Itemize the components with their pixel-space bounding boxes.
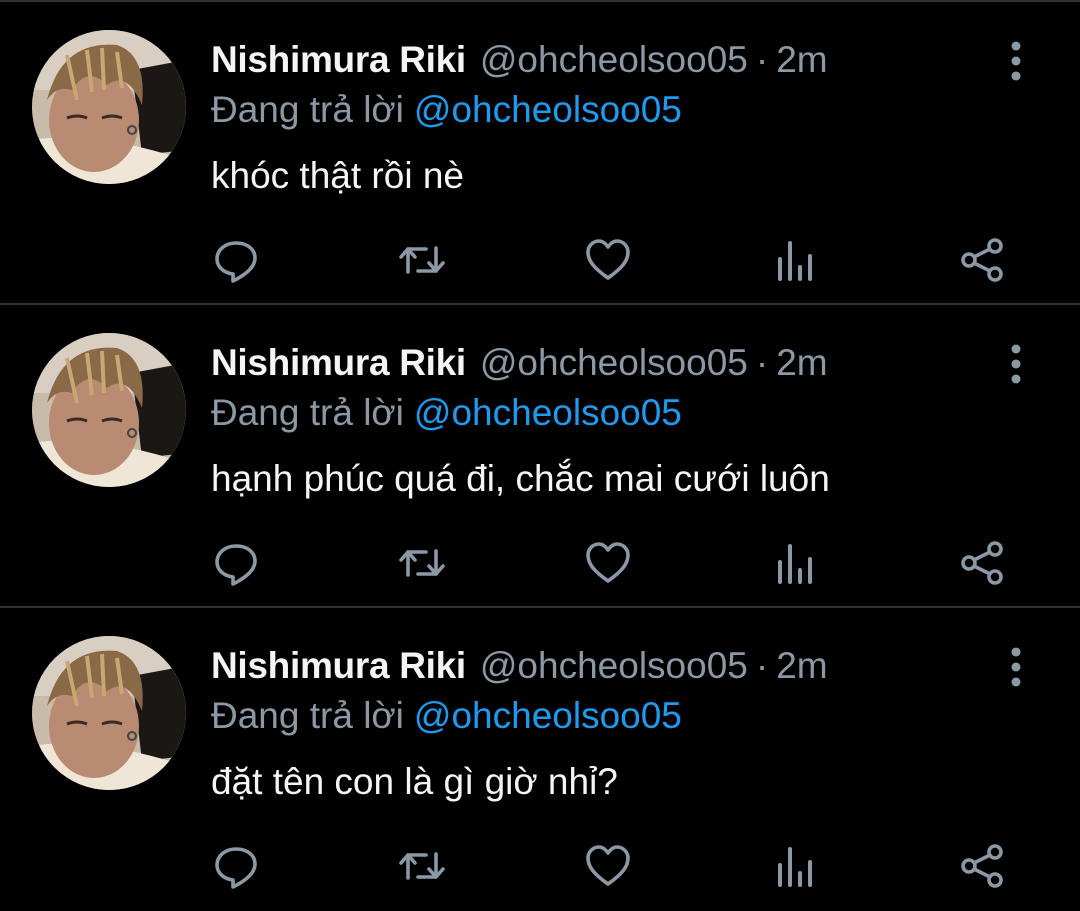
tweet-header: Nishimura Riki @ohcheolsoo05 · 2m <box>211 642 828 690</box>
user-handle[interactable]: @ohcheolsoo05 <box>480 39 748 80</box>
more-vertical-icon[interactable] <box>1003 343 1029 385</box>
avatar[interactable] <box>32 636 186 790</box>
display-name[interactable]: Nishimura Riki <box>211 39 466 80</box>
display-name[interactable]: Nishimura Riki <box>211 342 466 383</box>
tweet-text: hạnh phúc quá đi, chắc mai cưới luôn <box>211 458 830 499</box>
share-icon[interactable] <box>958 236 1006 284</box>
reply-mention-link[interactable]: @ohcheolsoo05 <box>414 695 682 736</box>
user-handle[interactable]: @ohcheolsoo05 <box>480 645 748 686</box>
separator: · <box>755 342 769 383</box>
tweet-header: Nishimura Riki @ohcheolsoo05 · 2m <box>211 339 828 387</box>
tweet-text: đặt tên con là gì giờ nhỉ? <box>211 761 618 802</box>
replying-to-label: Đang trả lời <box>211 695 404 736</box>
display-name[interactable]: Nishimura Riki <box>211 645 466 686</box>
bar-chart-icon[interactable] <box>771 842 819 890</box>
action-bar <box>0 842 1080 892</box>
tweet[interactable]: Nishimura Riki @ohcheolsoo05 · 2m Đang trả … <box>0 608 1080 911</box>
user-handle[interactable]: @ohcheolsoo05 <box>480 342 748 383</box>
timestamp[interactable]: 2m <box>776 342 827 383</box>
separator: · <box>755 645 769 686</box>
replying-to-label: Đang trả lời <box>211 89 404 130</box>
heart-icon[interactable] <box>584 236 632 284</box>
tweet[interactable]: Nishimura Riki @ohcheolsoo05 · 2m Đang trả … <box>0 305 1080 608</box>
reply-mention-link[interactable]: @ohcheolsoo05 <box>414 89 682 130</box>
heart-icon[interactable] <box>584 539 632 587</box>
reply-bubble-icon[interactable] <box>212 539 260 587</box>
replying-to: Đang trả lời @ohcheolsoo05 <box>211 86 682 134</box>
retweet-icon[interactable] <box>398 539 446 587</box>
tweet-text: khóc thật rồi nè <box>211 155 464 196</box>
retweet-icon[interactable] <box>398 842 446 890</box>
avatar[interactable] <box>32 30 186 184</box>
heart-icon[interactable] <box>584 842 632 890</box>
replying-to-label: Đang trả lời <box>211 392 404 433</box>
bar-chart-icon[interactable] <box>771 539 819 587</box>
tweet[interactable]: Nishimura Riki @ohcheolsoo05 · 2m Đang trả … <box>0 2 1080 305</box>
reply-bubble-icon[interactable] <box>212 236 260 284</box>
tweet-header: Nishimura Riki @ohcheolsoo05 · 2m <box>211 36 828 84</box>
action-bar <box>0 539 1080 589</box>
avatar[interactable] <box>32 333 186 487</box>
action-bar <box>0 236 1080 286</box>
replying-to: Đang trả lời @ohcheolsoo05 <box>211 692 682 740</box>
timestamp[interactable]: 2m <box>776 645 827 686</box>
more-vertical-icon[interactable] <box>1003 40 1029 82</box>
more-vertical-icon[interactable] <box>1003 646 1029 688</box>
share-icon[interactable] <box>958 842 1006 890</box>
reply-bubble-icon[interactable] <box>212 842 260 890</box>
replying-to: Đang trả lời @ohcheolsoo05 <box>211 389 682 437</box>
reply-mention-link[interactable]: @ohcheolsoo05 <box>414 392 682 433</box>
share-icon[interactable] <box>958 539 1006 587</box>
timestamp[interactable]: 2m <box>776 39 827 80</box>
retweet-icon[interactable] <box>398 236 446 284</box>
bar-chart-icon[interactable] <box>771 236 819 284</box>
separator: · <box>755 39 769 80</box>
